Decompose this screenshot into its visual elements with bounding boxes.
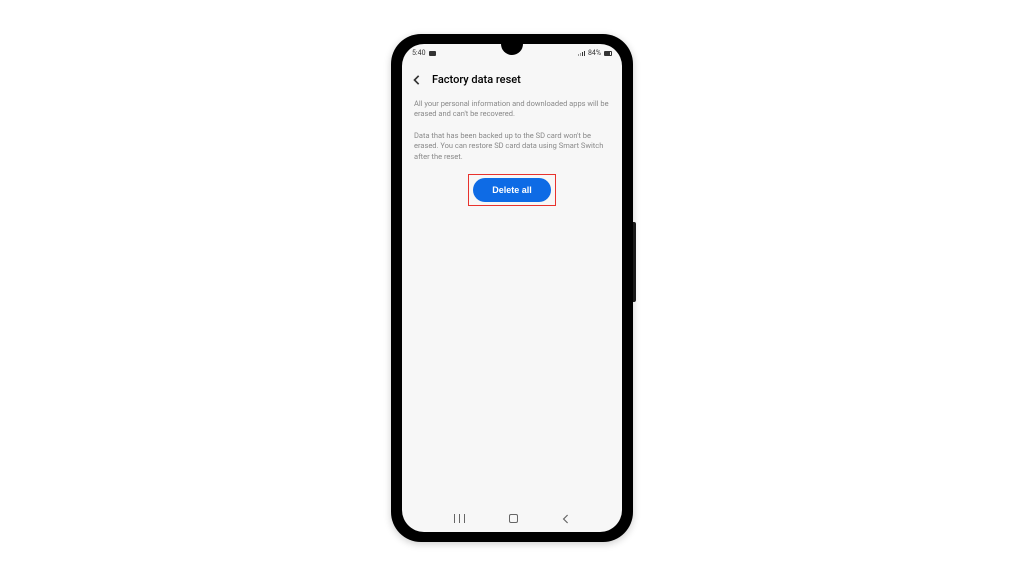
phone-frame: 5:40 84% Factory data reset All your per… bbox=[391, 34, 633, 542]
battery-text: 84% bbox=[588, 49, 601, 57]
page-title: Factory data reset bbox=[432, 73, 521, 86]
nav-bar bbox=[402, 504, 622, 532]
delete-all-button[interactable]: Delete all bbox=[473, 178, 551, 202]
screen: 5:40 84% Factory data reset All your per… bbox=[402, 44, 622, 532]
back-icon[interactable] bbox=[412, 70, 422, 89]
signal-icon bbox=[578, 50, 585, 56]
recents-icon[interactable] bbox=[454, 514, 465, 523]
side-button bbox=[633, 222, 636, 302]
header: Factory data reset bbox=[402, 62, 622, 95]
status-right: 84% bbox=[578, 49, 612, 57]
description-paragraph-2: Data that has been backed up to the SD c… bbox=[414, 131, 610, 161]
description-paragraph-1: All your personal information and downlo… bbox=[414, 99, 610, 119]
status-time: 5:40 bbox=[412, 49, 426, 57]
battery-icon bbox=[604, 51, 612, 56]
status-left: 5:40 bbox=[412, 49, 436, 57]
home-icon[interactable] bbox=[509, 514, 518, 523]
content: All your personal information and downlo… bbox=[402, 95, 622, 504]
nav-back-icon[interactable] bbox=[562, 509, 570, 528]
button-wrap: Delete all bbox=[414, 174, 610, 206]
highlight-box: Delete all bbox=[468, 174, 556, 206]
video-icon bbox=[429, 51, 436, 56]
